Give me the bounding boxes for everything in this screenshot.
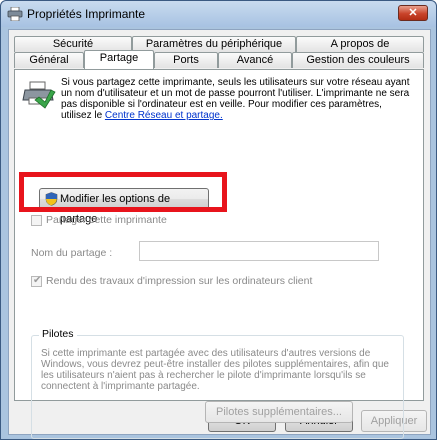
share-printer-option[interactable]: Partager cette imprimante bbox=[31, 214, 167, 226]
tab-a-propos[interactable]: A propos de bbox=[296, 36, 424, 52]
render-jobs-checkbox[interactable]: ✔ bbox=[31, 274, 42, 287]
tab-parametres-peripherique[interactable]: Paramètres du périphérique bbox=[132, 36, 296, 52]
tab-general[interactable]: Général bbox=[14, 52, 84, 68]
tab-avance[interactable]: Avancé bbox=[218, 52, 292, 68]
check-mark-icon: ✔ bbox=[33, 274, 42, 286]
tab-gestion-couleurs[interactable]: Gestion des couleurs bbox=[292, 52, 424, 68]
share-printer-label: Partager cette imprimante bbox=[46, 214, 167, 226]
dialog-client-area: Sécurité Paramètres du périphérique A pr… bbox=[8, 29, 431, 439]
printer-share-icon bbox=[22, 81, 56, 109]
sharing-panel: Si vous partagez cette imprimante, seuls… bbox=[14, 69, 424, 439]
render-jobs-option[interactable]: ✔ Rendu des travaux d'impression sur les … bbox=[31, 275, 312, 287]
render-jobs-label: Rendu des travaux d'impression sur les o… bbox=[46, 275, 313, 287]
highlight-box bbox=[19, 172, 227, 212]
share-name-label: Nom du partage : bbox=[31, 247, 113, 259]
share-name-input[interactable] bbox=[139, 241, 379, 261]
properties-window: Propriétés Imprimante ✕ Sécurité Paramèt… bbox=[0, 0, 437, 440]
share-printer-checkbox[interactable] bbox=[31, 214, 42, 226]
title-bar[interactable]: Propriétés Imprimante ✕ bbox=[1, 1, 436, 27]
window-title: Propriétés Imprimante bbox=[27, 7, 146, 21]
drivers-group-title: Pilotes bbox=[39, 328, 77, 340]
drivers-description: Si cette imprimante est partagée avec de… bbox=[41, 348, 389, 392]
network-center-link[interactable]: Centre Réseau et partage. bbox=[105, 110, 223, 121]
sharing-info-text: Si vous partagez cette imprimante, seuls… bbox=[61, 77, 410, 121]
printer-icon bbox=[7, 7, 23, 21]
tab-ports[interactable]: Ports bbox=[154, 52, 218, 68]
tab-partage[interactable]: Partage bbox=[84, 50, 154, 69]
additional-drivers-button[interactable]: Pilotes supplémentaires... bbox=[205, 401, 353, 423]
close-button[interactable]: ✕ bbox=[398, 5, 428, 21]
